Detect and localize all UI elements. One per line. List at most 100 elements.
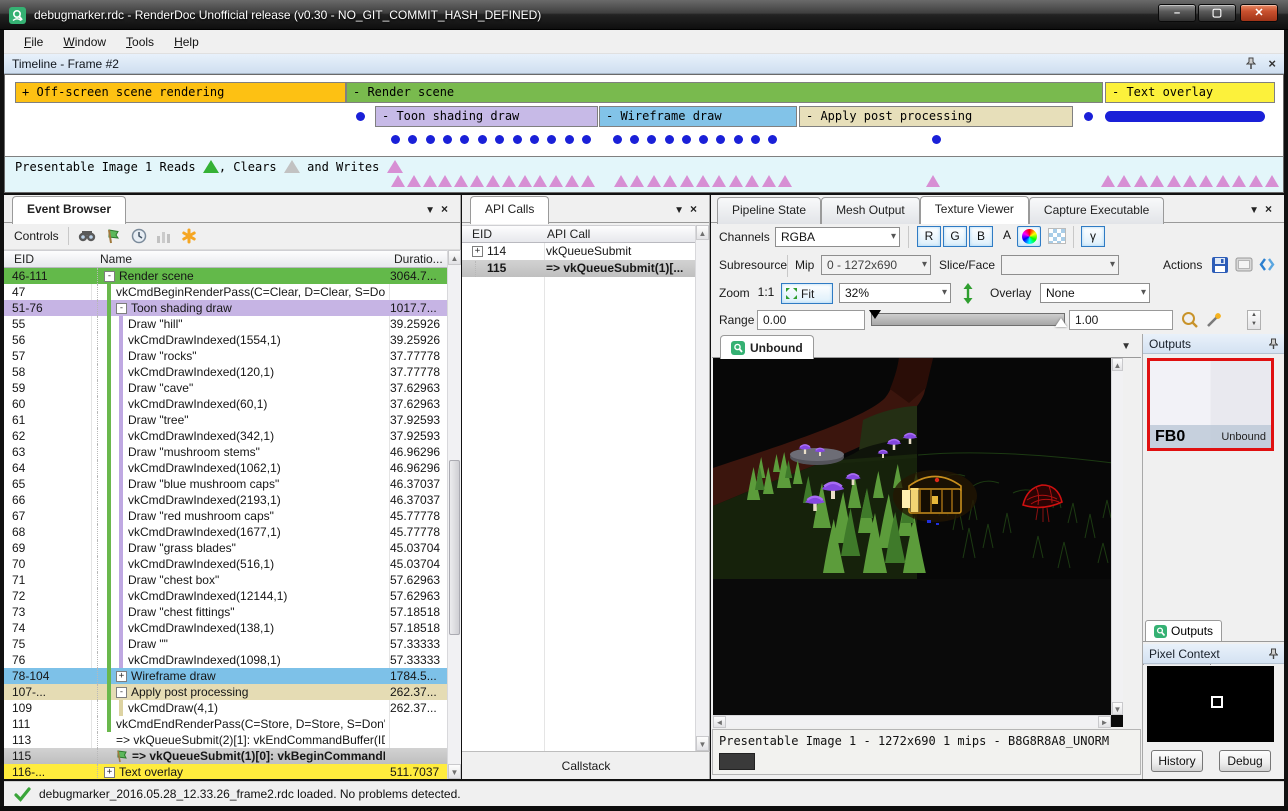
api-table-header[interactable]: EID API Call bbox=[462, 225, 695, 243]
event-row[interactable]: 76vkCmdDrawIndexed(1098,1)57.33333 bbox=[4, 652, 447, 668]
event-row[interactable]: 116-...+Text overlay511.7037 bbox=[4, 764, 447, 779]
api-list-scrollbar[interactable]: ▲ ▼ bbox=[695, 225, 709, 751]
pixel-debug-button[interactable]: Debug bbox=[1219, 750, 1271, 772]
panel-menu-icon[interactable]: ▼ bbox=[425, 205, 441, 216]
collapse-icon[interactable]: - bbox=[104, 271, 115, 282]
event-row[interactable]: 109vkCmdDraw(4,1)262.37... bbox=[4, 700, 447, 716]
scroll-down-arrow[interactable]: ▼ bbox=[448, 764, 461, 779]
event-row[interactable]: 56vkCmdDrawIndexed(1554,1)39.25926 bbox=[4, 332, 447, 348]
scroll-up-arrow[interactable]: ▲ bbox=[448, 250, 461, 265]
custom-background-colorwheel-icon[interactable] bbox=[1017, 226, 1041, 247]
event-row[interactable]: 60vkCmdDrawIndexed(60,1)37.62963 bbox=[4, 396, 447, 412]
preview-vscrollbar[interactable]: ▲ ▼ bbox=[1111, 358, 1123, 715]
panel-close-icon[interactable]: × bbox=[690, 202, 703, 216]
event-row[interactable]: 73Draw "chest fittings"57.18518 bbox=[4, 604, 447, 620]
draw-dot[interactable] bbox=[408, 135, 417, 144]
scroll-thumb[interactable] bbox=[449, 460, 460, 635]
minimize-button[interactable]: – bbox=[1158, 4, 1196, 22]
expand-icon[interactable]: + bbox=[104, 767, 115, 778]
event-row[interactable]: 62vkCmdDrawIndexed(342,1)37.92593 bbox=[4, 428, 447, 444]
range-black-point-handle[interactable] bbox=[869, 310, 881, 319]
save-texture-icon[interactable] bbox=[1211, 256, 1229, 274]
panel-close-icon[interactable]: × bbox=[441, 202, 454, 216]
expand-icon[interactable]: + bbox=[472, 246, 483, 257]
timeline-marker[interactable]: + Off-screen scene rendering bbox=[15, 82, 346, 103]
timeline-marker[interactable]: - Apply post processing bbox=[799, 106, 1073, 127]
tab-pipeline-state[interactable]: Pipeline State bbox=[717, 197, 821, 224]
draw-dot[interactable] bbox=[547, 135, 556, 144]
event-row[interactable]: 66vkCmdDrawIndexed(2193,1)46.37037 bbox=[4, 492, 447, 508]
channel-b-toggle[interactable]: B bbox=[969, 226, 993, 247]
draw-dot[interactable] bbox=[768, 135, 777, 144]
tab-api-calls[interactable]: API Calls bbox=[470, 196, 549, 224]
draw-dot[interactable] bbox=[647, 135, 656, 144]
event-row[interactable]: 65Draw "blue mushroom caps"46.37037 bbox=[4, 476, 447, 492]
timeline-marker[interactable]: - Render scene bbox=[346, 82, 1103, 103]
open-external-icon[interactable] bbox=[1235, 257, 1253, 272]
jump-to-event-flag-icon[interactable] bbox=[106, 228, 122, 244]
range-spinner[interactable]: ▲▼ bbox=[1247, 310, 1261, 330]
preview-hscrollbar[interactable]: ◄ ► bbox=[713, 715, 1111, 727]
event-row[interactable]: 61Draw "tree"37.92593 bbox=[4, 412, 447, 428]
event-row[interactable]: 115=> vkQueueSubmit(1)[0]: vkBeginComman… bbox=[4, 748, 447, 764]
draw-dot[interactable] bbox=[1084, 112, 1093, 121]
tab-mesh-output[interactable]: Mesh Output bbox=[821, 197, 920, 224]
timeline-panel[interactable]: + Off-screen scene rendering- Render sce… bbox=[4, 74, 1284, 193]
pixel-context-pin-icon[interactable] bbox=[1269, 648, 1278, 664]
texture-list-dropdown-icon[interactable]: ▼ bbox=[1121, 341, 1131, 352]
close-button[interactable]: ✕ bbox=[1240, 4, 1278, 22]
menu-window[interactable]: Window bbox=[53, 30, 116, 53]
draw-span-bar[interactable] bbox=[1105, 111, 1265, 122]
flip-y-icon[interactable] bbox=[961, 283, 975, 304]
draw-dot[interactable] bbox=[699, 135, 708, 144]
event-row[interactable]: 58vkCmdDrawIndexed(120,1)37.77778 bbox=[4, 364, 447, 380]
event-row[interactable]: 70vkCmdDrawIndexed(516,1)45.03704 bbox=[4, 556, 447, 572]
event-row[interactable]: 63Draw "mushroom stems"46.96296 bbox=[4, 444, 447, 460]
timeline-marker[interactable]: - Wireframe draw bbox=[599, 106, 797, 127]
zoom-fit-button[interactable]: Fit bbox=[781, 283, 833, 304]
api-call-row[interactable]: 115=> vkQueueSubmit(1)[... bbox=[462, 260, 695, 277]
goto-resource-icon[interactable] bbox=[1258, 256, 1276, 273]
draw-dot[interactable] bbox=[443, 135, 452, 144]
draw-dot[interactable] bbox=[932, 135, 941, 144]
channel-r-toggle[interactable]: R bbox=[917, 226, 941, 247]
event-row[interactable]: 75Draw ""57.33333 bbox=[4, 636, 447, 652]
event-row[interactable]: 55Draw "hill"39.25926 bbox=[4, 316, 447, 332]
event-table-header[interactable]: EID Name Duratio... bbox=[4, 250, 447, 268]
range-max-field[interactable]: 1.00 bbox=[1069, 310, 1173, 330]
event-row[interactable]: 74vkCmdDrawIndexed(138,1)57.18518 bbox=[4, 620, 447, 636]
event-row[interactable]: 69Draw "grass blades"45.03704 bbox=[4, 540, 447, 556]
event-row[interactable]: 57Draw "rocks"37.77778 bbox=[4, 348, 447, 364]
event-row[interactable]: 51-76-Toon shading draw1017.7... bbox=[4, 300, 447, 316]
menu-file[interactable]: File bbox=[14, 30, 53, 53]
timeline-marker[interactable]: - Toon shading draw bbox=[375, 106, 598, 127]
tab-capture-executable[interactable]: Capture Executable bbox=[1029, 197, 1164, 224]
event-row[interactable]: 107-...-Apply post processing262.37... bbox=[4, 684, 447, 700]
channel-g-toggle[interactable]: G bbox=[943, 226, 967, 247]
event-row[interactable]: 64vkCmdDrawIndexed(1062,1)46.96296 bbox=[4, 460, 447, 476]
menu-help[interactable]: Help bbox=[164, 30, 209, 53]
texture-viewport[interactable]: ▲ ▼ ◄ ► bbox=[713, 358, 1123, 727]
draw-dot[interactable] bbox=[356, 112, 365, 121]
menu-tools[interactable]: Tools bbox=[116, 30, 164, 53]
scroll-down-arrow[interactable]: ▼ bbox=[696, 736, 709, 751]
draw-dot[interactable] bbox=[530, 135, 539, 144]
show-durations-clock-icon[interactable] bbox=[131, 228, 147, 244]
draw-dot[interactable] bbox=[751, 135, 760, 144]
channel-a-toggle[interactable]: A bbox=[995, 226, 1019, 247]
draw-dot[interactable] bbox=[734, 135, 743, 144]
timeline-pin-icon[interactable] bbox=[1246, 57, 1256, 74]
draw-dot[interactable] bbox=[630, 135, 639, 144]
range-min-field[interactable]: 0.00 bbox=[757, 310, 865, 330]
event-row[interactable]: 71Draw "chest box"57.62963 bbox=[4, 572, 447, 588]
event-row[interactable]: 72vkCmdDrawIndexed(12144,1)57.62963 bbox=[4, 588, 447, 604]
panel-menu-icon[interactable]: ▼ bbox=[674, 205, 690, 216]
pixel-context-view[interactable] bbox=[1147, 666, 1274, 742]
draw-dot[interactable] bbox=[613, 135, 622, 144]
timeline-marker[interactable]: - Text overlay bbox=[1105, 82, 1275, 103]
draw-dot[interactable] bbox=[682, 135, 691, 144]
tab-unbound-texture[interactable]: Unbound bbox=[720, 335, 814, 359]
collapse-icon[interactable]: - bbox=[116, 303, 127, 314]
zoom-level-combo[interactable]: 32% bbox=[839, 283, 951, 303]
scroll-up-arrow[interactable]: ▲ bbox=[696, 225, 709, 240]
